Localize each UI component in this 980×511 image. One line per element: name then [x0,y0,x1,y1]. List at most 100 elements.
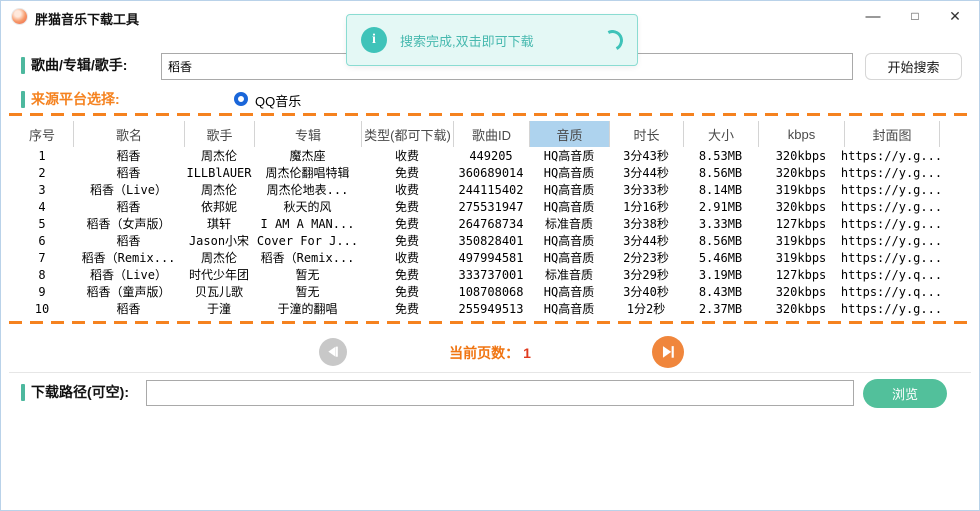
table-cell: HQ高音质 [529,232,609,249]
table-cell: 稻香 [73,198,184,215]
column-header[interactable]: 歌曲ID [453,121,529,147]
table-cell: 3.19MB [683,266,758,283]
table-cell: 3 [11,181,73,198]
table-cell: 稻香 [73,300,184,317]
table-cell: 333737001 [453,266,529,283]
table-cell: 2分23秒 [609,249,683,266]
table-row[interactable]: 8稻香（Live）时代少年团暂无免费333737001标准音质3分29秒3.19… [11,266,973,283]
table-cell: 周杰伦翻唱特辑 [254,164,361,181]
table-cell: 3分40秒 [609,283,683,300]
table-cell: 稻香（Live） [73,181,184,198]
table-cell: 127kbps [758,215,844,232]
close-button[interactable]: ✕ [937,1,973,31]
table-cell: 稻香（Remix... [73,249,184,266]
column-header[interactable]: 类型(都可下载) [361,121,453,147]
table-cell: 1 [11,147,73,164]
minimize-button[interactable]: — [855,1,891,31]
table-cell: 标准音质 [529,266,609,283]
table-row[interactable]: 7稻香（Remix...周杰伦稻香（Remix...收费497994581HQ高… [11,249,973,266]
section-divider-bottom [9,321,971,324]
table-cell: 275531947 [453,198,529,215]
current-page-number: 1 [523,345,531,361]
table-cell: 3分44秒 [609,164,683,181]
platform-select-label: 来源平台选择: [21,89,120,109]
table-cell: 320kbps [758,283,844,300]
table-row[interactable]: 10稻香于潼于潼的翻唱免费255949513HQ高音质1分2秒2.37MB320… [11,300,973,317]
table-cell: HQ高音质 [529,198,609,215]
table-cell: HQ高音质 [529,164,609,181]
table-cell: https://y.g... [844,164,939,181]
table-cell: 周杰伦地表... [254,181,361,198]
start-search-button[interactable]: 开始搜索 [865,53,962,80]
table-cell: https://y.g... [844,249,939,266]
qq-music-radio-label[interactable]: QQ音乐 [255,91,301,110]
table-row[interactable]: 9稻香（童声版）贝瓦儿歌暂无免费108708068HQ高音质3分40秒8.43M… [11,283,973,300]
table-cell: https://y.q... [844,266,939,283]
table-cell: 于潼的翻唱 [254,300,361,317]
download-path-input[interactable] [146,380,854,406]
table-cell: 琪轩 [184,215,254,232]
table-cell: 稻香 [73,232,184,249]
column-header[interactable]: 封面图 [844,121,939,147]
table-cell: 449205 [453,147,529,164]
table-cell: 8.56MB [683,164,758,181]
table-cell: HQ高音质 [529,249,609,266]
column-header[interactable]: 序号 [11,121,73,147]
table-cell: 4 [11,198,73,215]
table-row[interactable]: 3稻香（Live）周杰伦周杰伦地表...收费244115402HQ高音质3分33… [11,181,973,198]
table-row[interactable]: 2稻香ILLBlAUER周杰伦翻唱特辑免费360689014HQ高音质3分44秒… [11,164,973,181]
app-title: 胖猫音乐下载工具 [35,9,139,28]
table-cell: 贝瓦儿歌 [184,283,254,300]
skip-forward-icon [658,342,678,362]
table-cell: 1分16秒 [609,198,683,215]
table-cell: 319kbps [758,232,844,249]
table-cell: 时代少年团 [184,266,254,283]
table-cell: 5.46MB [683,249,758,266]
table-cell: 319kbps [758,249,844,266]
table-cell: 标准音质 [529,215,609,232]
table-row[interactable]: 6稻香Jason小宋Cover For J...免费350828401HQ高音质… [11,232,973,249]
table-cell: 319kbps [758,181,844,198]
next-page-button[interactable] [652,336,684,368]
column-header[interactable]: 音质 [529,121,609,147]
table-cell: 魔杰座 [254,147,361,164]
table-row[interactable]: 5稻香（女声版）琪轩I AM A MAN...免费264768734标准音质3分… [11,215,973,232]
table-cell: 3分33秒 [609,181,683,198]
maximize-button[interactable]: □ [897,1,933,31]
table-cell: 免费 [361,164,453,181]
table-cell: HQ高音质 [529,283,609,300]
table-row[interactable]: 1稻香周杰伦魔杰座收费449205HQ高音质3分43秒8.53MB320kbps… [11,147,973,164]
spinner-icon [599,27,625,53]
table-cell: 稻香（Live） [73,266,184,283]
current-page-label: 当前页数： [449,345,519,361]
table-cell: 8.14MB [683,181,758,198]
toast-message: 搜索完成,双击即可下载 [400,31,534,50]
qq-music-radio[interactable] [234,92,248,106]
table-cell: 免费 [361,300,453,317]
table-cell: Cover For J... [254,232,361,249]
column-header[interactable]: 大小 [683,121,758,147]
column-header[interactable]: 歌名 [73,121,184,147]
table-cell: https://y.q... [844,283,939,300]
column-header[interactable]: kbps [758,121,844,147]
table-cell: 3分38秒 [609,215,683,232]
column-header[interactable]: 歌手 [184,121,254,147]
table-cell: https://y.g... [844,147,939,164]
column-header[interactable]: 时长 [609,121,683,147]
table-cell: https://y.g... [844,181,939,198]
table-cell: 8 [11,266,73,283]
table-cell: 收费 [361,181,453,198]
table-cell: 稻香（童声版） [73,283,184,300]
table-cell: 108708068 [453,283,529,300]
table-cell: 周杰伦 [184,249,254,266]
search-field-label: 歌曲/专辑/歌手: [21,55,127,75]
browse-button[interactable]: 浏览 [863,379,947,408]
table-cell: HQ高音质 [529,300,609,317]
table-row[interactable]: 4稻香依邦妮秋天的风免费275531947HQ高音质1分16秒2.91MB320… [11,198,973,215]
column-header[interactable]: 专辑 [254,121,361,147]
table-cell: 1分2秒 [609,300,683,317]
table-cell: https://y.g... [844,215,939,232]
table-cell: 3分44秒 [609,232,683,249]
column-header-filler [939,121,973,147]
table-cell: 免费 [361,232,453,249]
